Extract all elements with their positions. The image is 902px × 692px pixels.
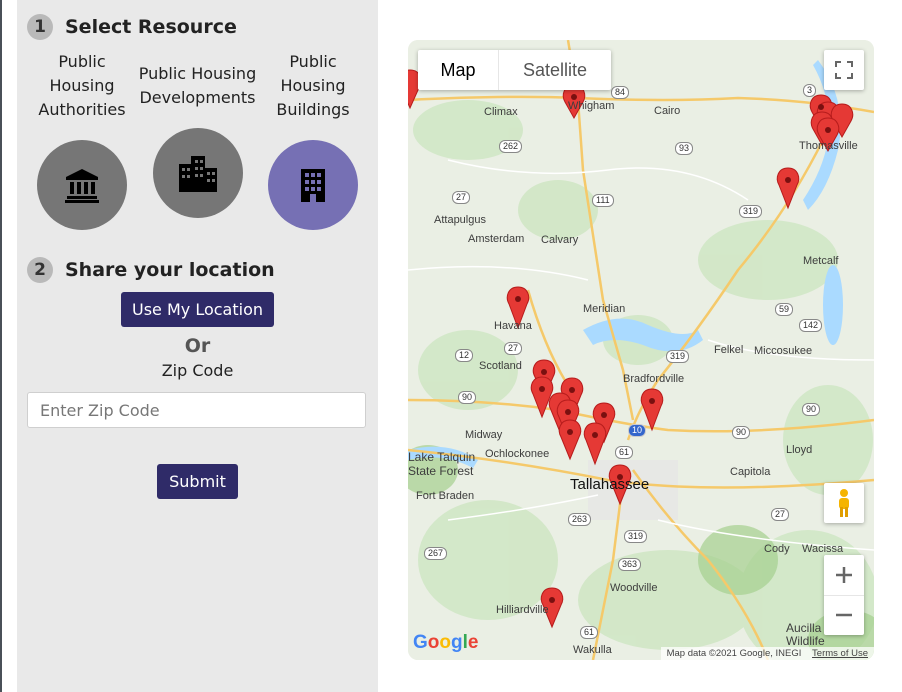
map-label-tallahassee: Tallahassee <box>570 476 650 493</box>
map-label-capitola: Capitola <box>730 466 771 478</box>
map-label-wacissa: Wacissa <box>802 543 844 555</box>
fullscreen-button[interactable] <box>824 50 864 90</box>
interstate-shield: 10 <box>628 424 647 437</box>
bank-icon <box>65 169 99 203</box>
road-shield: 142 <box>799 319 823 332</box>
road-shield: 90 <box>732 426 751 439</box>
map-label-cairo: Cairo <box>654 105 681 117</box>
road-shield: 3 <box>803 84 817 97</box>
road-shield: 59 <box>775 303 794 316</box>
resource-label-buildings: Public Housing Buildings <box>276 52 350 119</box>
road-shield: 12 <box>455 349 474 362</box>
road-shield: 27 <box>452 191 471 204</box>
map-label-midway: Midway <box>465 429 503 441</box>
step-2-number: 2 <box>27 257 53 283</box>
road-shield: 319 <box>624 530 648 543</box>
map-label-felkel: Felkel <box>714 344 744 356</box>
map-label-amsterdam: Amsterdam <box>468 233 525 245</box>
map-label-fort-braden: Fort Braden <box>416 490 475 502</box>
city-buildings-icon <box>179 156 217 192</box>
zoom-control <box>824 555 864 635</box>
road-shield: 93 <box>675 142 694 155</box>
map-label-hilliardville: Hilliardville <box>496 604 549 616</box>
fullscreen-icon <box>835 61 853 79</box>
road-shield: 111 <box>592 194 614 207</box>
building-icon <box>301 169 325 202</box>
step-1-title: Select Resource <box>65 16 237 38</box>
map-label-whigham: Whigham <box>568 100 615 112</box>
pegman-icon <box>839 489 849 517</box>
step-1-header: 1 Select Resource <box>27 14 237 40</box>
step-2-title: Share your location <box>65 259 275 281</box>
submit-button[interactable]: Submit <box>157 464 238 499</box>
map-label-calvary: Calvary <box>541 234 579 246</box>
map-type-satellite-button[interactable]: Satellite <box>498 50 611 90</box>
map-label-climax: Climax <box>484 106 518 118</box>
resource-label-developments: Public Housing Developments <box>138 64 257 107</box>
map-label-ochlockonee: Ochlockonee <box>485 448 550 460</box>
map-data-credit: Map data ©2021 Google, INEGI <box>666 648 802 659</box>
map-label-cody: Cody <box>764 543 790 555</box>
road-shield: 61 <box>615 446 634 459</box>
street-view-pegman-button[interactable] <box>824 483 864 523</box>
road-shield: 27 <box>504 342 523 355</box>
map-label-miccosukee: Miccosukee <box>754 345 813 357</box>
zip-code-input[interactable] <box>27 392 366 428</box>
zip-code-label: Zip Code <box>161 361 234 380</box>
map-label-scotland: Scotland <box>479 360 522 372</box>
road-shield: 319 <box>739 205 763 218</box>
terms-of-use-link[interactable]: Terms of Use <box>812 648 868 659</box>
zoom-out-button[interactable] <box>824 596 864 636</box>
map-label-havana: Havana <box>494 320 532 332</box>
map-label-meridian: Meridian <box>583 303 626 315</box>
road-shield: 262 <box>499 140 523 153</box>
road-shield: 319 <box>666 350 690 363</box>
search-panel: 1 Select Resource Public Housing Authori… <box>17 0 378 692</box>
road-shield: 363 <box>618 558 642 571</box>
resource-buildings-button[interactable] <box>268 140 358 230</box>
road-shield: 263 <box>568 513 592 526</box>
map-attribution: Map data ©2021 Google, INEGI Terms of Us… <box>660 647 874 660</box>
road-shield: 267 <box>424 547 448 560</box>
map-label-lake-talquin: Lake Talquin State Forest <box>408 450 476 478</box>
resource-label-authorities: Public Housing Authorities <box>38 52 126 119</box>
map-label-thomasville: Thomasville <box>799 140 858 152</box>
map-type-control: Map Satellite <box>418 50 611 90</box>
use-my-location-button[interactable]: Use My Location <box>121 292 274 327</box>
plus-icon <box>836 566 852 583</box>
map-label-bradfordville: Bradfordville <box>623 373 685 385</box>
map-label-metcalf: Metcalf <box>803 255 839 267</box>
map-label-woodville: Woodville <box>610 582 658 594</box>
google-logo: Google <box>413 632 479 653</box>
map-type-map-button[interactable]: Map <box>418 50 498 90</box>
map-view[interactable]: Whigham Climax Cairo Thomasville Attapul… <box>408 40 874 660</box>
road-shield: 27 <box>771 508 790 521</box>
or-separator: Or <box>184 335 211 357</box>
step-1-number: 1 <box>27 14 53 40</box>
step-2-header: 2 Share your location <box>27 257 275 283</box>
road-shield: 90 <box>802 403 821 416</box>
road-shield: 61 <box>580 626 599 639</box>
minus-icon <box>836 614 852 617</box>
map-label-wakulla: Wakulla <box>573 644 612 656</box>
map-label-lloyd: Lloyd <box>786 444 813 456</box>
resource-authorities-button[interactable] <box>37 140 127 230</box>
resource-developments-button[interactable] <box>153 128 243 218</box>
road-shield: 90 <box>458 391 477 404</box>
zoom-in-button[interactable] <box>824 555 864 596</box>
left-edge <box>0 0 17 692</box>
map-label-attapulgus: Attapulgus <box>434 214 486 226</box>
road-shield: 84 <box>611 86 630 99</box>
